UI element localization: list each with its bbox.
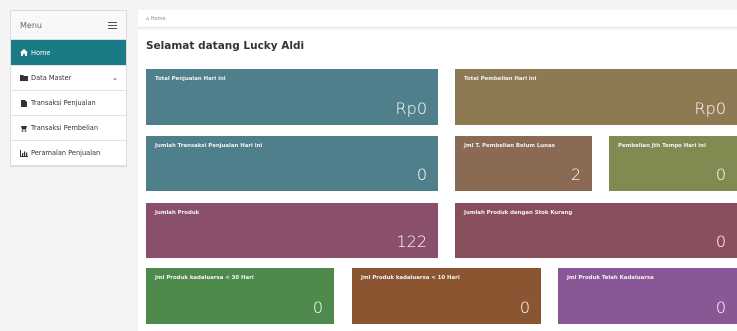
card-kadaluarsa-10-hari[interactable]: Jml Produk kadaluarsa < 10 Hari 0: [352, 268, 541, 324]
card-title: Jml Produk Telah Kadaluarsa: [567, 275, 654, 281]
card-title: Jml T. Pembelian Belum Lunas: [464, 143, 555, 149]
cart-icon: [19, 125, 28, 132]
card-value: 122: [396, 232, 427, 251]
card-value: Rp0: [694, 99, 726, 118]
card-value: 0: [416, 165, 427, 184]
page-title: Selamat datang Lucky Aldi: [146, 40, 305, 52]
card-pembelian-jatuh-tempo[interactable]: Pembelian Jth Tempo Hari ini 0: [609, 136, 737, 191]
card-value: 0: [312, 298, 323, 317]
sidebar-item-label: Home: [31, 48, 51, 57]
sidebar: Menu Home Data Master ⌄ Transaksi Penjua…: [10, 10, 127, 167]
card-title: Jml Produk kadaluarsa < 10 Hari: [361, 275, 460, 281]
sidebar-header: Menu: [11, 11, 126, 40]
card-kadaluarsa-30-hari[interactable]: Jml Produk kadaluarsa < 30 Hari 0: [146, 268, 334, 324]
sidebar-item-home[interactable]: Home: [11, 40, 126, 66]
home-icon: [19, 49, 28, 56]
card-value: 2: [570, 165, 581, 184]
card-value: Rp0: [395, 99, 427, 118]
sidebar-item-label: Data Master: [31, 74, 72, 82]
card-title: Jumlah Produk dengan Stok Kurang: [464, 210, 573, 216]
card-total-penjualan[interactable]: Total Penjualan Hari ini Rp0: [146, 69, 438, 125]
sidebar-item-label: Transaksi Penjualan: [31, 99, 96, 107]
card-title: Total Pembelian Hari ini: [464, 76, 537, 82]
home-icon[interactable]: ⌂: [146, 16, 149, 22]
chart-icon: [19, 149, 28, 157]
sidebar-item-label: Transaksi Pembelian: [31, 124, 98, 132]
card-telah-kadaluarsa[interactable]: Jml Produk Telah Kadaluarsa 0: [558, 268, 737, 324]
folder-icon: [19, 75, 28, 81]
sidebar-item-label: Peramalan Penjualan: [31, 149, 101, 157]
card-jumlah-produk[interactable]: Jumlah Produk 122: [146, 203, 438, 258]
list-menu-icon[interactable]: [108, 21, 117, 29]
card-value: 0: [715, 165, 726, 184]
card-title: Pembelian Jth Tempo Hari ini: [618, 143, 706, 149]
card-title: Jumlah Transaksi Penjualan Hari ini: [155, 143, 263, 149]
sidebar-item-transaksi-penjualan[interactable]: Transaksi Penjualan: [11, 91, 126, 116]
breadcrumb-home-link[interactable]: Home: [151, 16, 166, 22]
card-total-pembelian[interactable]: Total Pembelian Hari ini Rp0: [455, 69, 737, 125]
sidebar-item-peramalan-penjualan[interactable]: Peramalan Penjualan: [11, 141, 126, 166]
card-title: Total Penjualan Hari ini: [155, 76, 226, 82]
card-value: 0: [715, 298, 726, 317]
file-icon: [19, 99, 28, 107]
sidebar-title: Menu: [20, 20, 42, 30]
card-title: Jml Produk kadaluarsa < 30 Hari: [155, 275, 254, 281]
card-produk-stok-kurang[interactable]: Jumlah Produk dengan Stok Kurang 0: [455, 203, 737, 258]
sidebar-item-transaksi-pembelian[interactable]: Transaksi Pembelian: [11, 116, 126, 141]
sidebar-item-data-master[interactable]: Data Master ⌄: [11, 66, 126, 91]
card-value: 0: [715, 232, 726, 251]
breadcrumb: ⌂ Home: [138, 10, 737, 28]
card-jumlah-transaksi-penjualan[interactable]: Jumlah Transaksi Penjualan Hari ini 0: [146, 136, 438, 191]
card-pembelian-belum-lunas[interactable]: Jml T. Pembelian Belum Lunas 2: [455, 136, 592, 191]
chevron-down-icon: ⌄: [112, 74, 118, 82]
card-title: Jumlah Produk: [155, 210, 200, 216]
card-value: 0: [519, 298, 530, 317]
